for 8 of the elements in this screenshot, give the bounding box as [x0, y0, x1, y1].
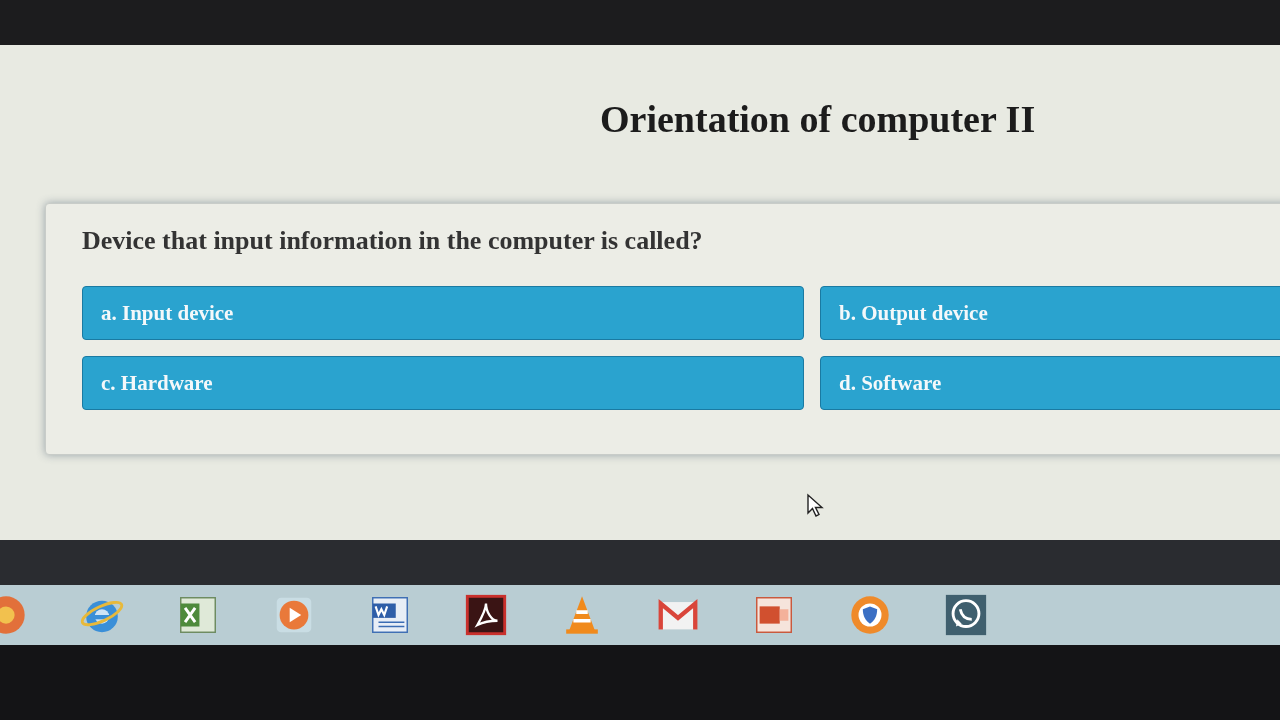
chat-bubble-icon[interactable]	[943, 592, 989, 638]
answer-option-button[interactable]: d. Software	[820, 356, 1280, 410]
answer-option-button[interactable]: c. Hardware	[82, 356, 804, 410]
answer-option-button[interactable]: a. Input device	[82, 286, 804, 340]
question-text: Device that input information in the computer is called?	[82, 226, 704, 256]
page-title: Orientation of computer II	[600, 97, 1037, 141]
answer-option-button[interactable]: b. Output device	[820, 286, 1280, 340]
mouse-cursor-icon	[806, 493, 826, 519]
